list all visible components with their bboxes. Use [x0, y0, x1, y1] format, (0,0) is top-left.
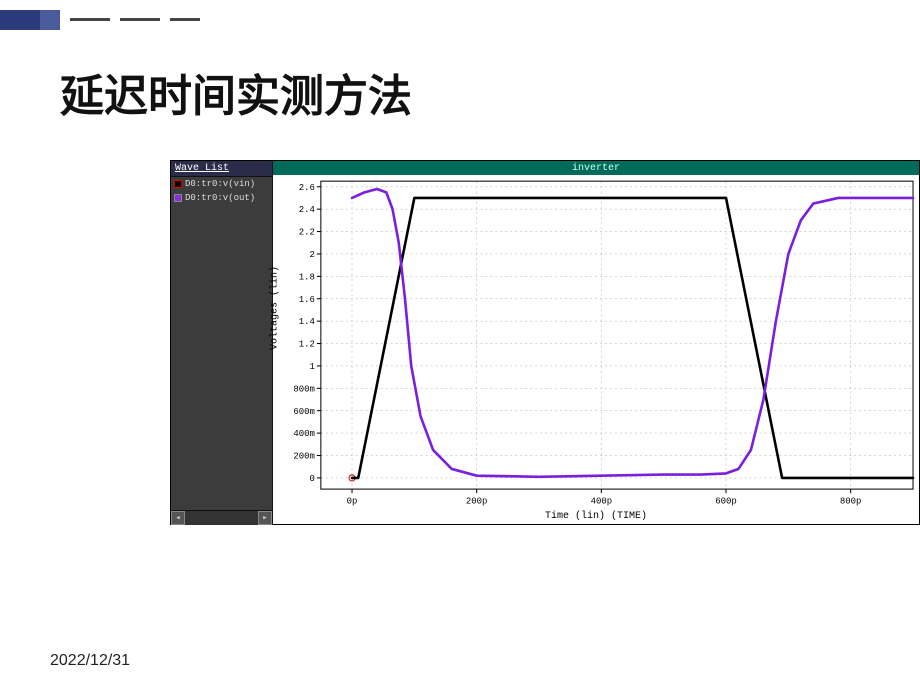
- wave-label-vout: D0:tr0:v(out): [185, 193, 255, 203]
- swatch-vin: [174, 180, 182, 188]
- x-axis-label: Time (lin) (TIME): [545, 511, 647, 522]
- footer-date: 2022/12/31: [50, 652, 130, 670]
- slide-container: 延迟时间实测方法 Wave List D0:tr0:v(vin) D0:tr0:…: [0, 0, 920, 690]
- plot-panel: inverter 0 200m 400m 600m 800m 1 1.2 1.4 1.6 1.8 2…: [273, 161, 919, 524]
- plot-title-bar: inverter: [273, 161, 919, 175]
- svg-text:2.4: 2.4: [299, 204, 315, 215]
- wave-list-panel: Wave List D0:tr0:v(vin) D0:tr0:v(out) ◂ …: [171, 161, 273, 524]
- wave-list-item-vout[interactable]: D0:tr0:v(out): [171, 191, 272, 205]
- wave-list-scrollbar[interactable]: ◂ ▸: [171, 510, 272, 524]
- waveform-screenshot: Wave List D0:tr0:v(vin) D0:tr0:v(out) ◂ …: [170, 160, 920, 525]
- svg-text:800m: 800m: [293, 383, 315, 394]
- slide-title: 延迟时间实测方法: [60, 60, 412, 124]
- svg-text:1.8: 1.8: [299, 271, 315, 282]
- svg-text:800p: 800p: [840, 495, 862, 506]
- svg-text:1.6: 1.6: [299, 294, 315, 305]
- y-axis-label: Voltages (lin): [270, 265, 281, 349]
- svg-text:200p: 200p: [466, 495, 488, 506]
- header-decoration: [0, 10, 220, 30]
- svg-text:2: 2: [309, 249, 314, 260]
- svg-text:1.2: 1.2: [299, 338, 315, 349]
- svg-text:0: 0: [309, 473, 314, 484]
- svg-text:1.4: 1.4: [299, 316, 315, 327]
- svg-text:200m: 200m: [293, 450, 315, 461]
- svg-text:600m: 600m: [293, 406, 315, 417]
- svg-text:400p: 400p: [591, 495, 613, 506]
- scroll-left-icon[interactable]: ◂: [171, 511, 185, 525]
- svg-text:2.2: 2.2: [299, 227, 315, 238]
- wave-list-header: Wave List: [171, 161, 272, 177]
- svg-text:0p: 0p: [347, 495, 358, 506]
- svg-text:2.6: 2.6: [299, 182, 315, 193]
- plot-svg: 0 200m 400m 600m 800m 1 1.2 1.4 1.6 1.8 2 2.2 2.4 2.6…: [273, 175, 919, 524]
- wave-list-item-vin[interactable]: D0:tr0:v(vin): [171, 177, 272, 191]
- svg-text:1: 1: [309, 361, 315, 372]
- scroll-right-icon[interactable]: ▸: [258, 511, 272, 525]
- svg-text:400m: 400m: [293, 428, 315, 439]
- plot-body: 0 200m 400m 600m 800m 1 1.2 1.4 1.6 1.8 2 2.2 2.4 2.6…: [273, 175, 919, 524]
- wave-label-vin: D0:tr0:v(vin): [185, 179, 255, 189]
- svg-text:600p: 600p: [715, 495, 737, 506]
- scroll-track[interactable]: [185, 511, 258, 525]
- swatch-vout: [174, 194, 182, 202]
